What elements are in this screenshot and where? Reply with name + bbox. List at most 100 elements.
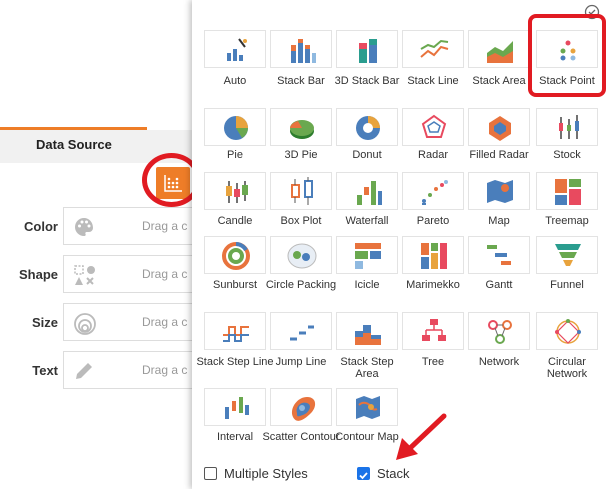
chart-type-marimekko[interactable] (402, 236, 464, 274)
pencil-icon (76, 363, 92, 379)
treemap-icon (555, 179, 581, 205)
color-drop-hint: Drag a c (142, 219, 188, 233)
text-drop-hint: Drag a c (142, 363, 188, 377)
chart-type-circular-network[interactable] (536, 312, 598, 350)
3d-stack-bar-icon (359, 39, 377, 63)
interval-icon (225, 397, 249, 419)
chart-type-network[interactable] (468, 312, 530, 350)
chart-type-label: Funnel (550, 279, 584, 291)
chart-type-gantt[interactable] (468, 236, 530, 274)
jump-line-icon (290, 325, 314, 341)
palette-icon (75, 218, 93, 236)
chart-type-label: Stack Area (472, 75, 526, 87)
radar-icon (421, 114, 447, 138)
text-label: Text (32, 363, 58, 378)
chart-type-label: Circular Network (546, 356, 588, 380)
pie-icon (224, 116, 248, 140)
color-field: Color Drag a c (0, 207, 203, 247)
stack-step-area-icon (355, 325, 381, 345)
sunburst-icon (222, 242, 250, 270)
shape-drop-zone[interactable]: Drag a c (63, 255, 203, 293)
shape-field: Shape Drag a c (0, 255, 203, 295)
network-icon (488, 320, 512, 344)
chart-type-filled-radar[interactable] (468, 108, 530, 146)
chart-type-pareto[interactable] (402, 172, 464, 210)
text-drop-zone[interactable]: Drag a c (63, 351, 203, 389)
chart-type-label: Treemap (545, 215, 589, 227)
stack-bar-icon (291, 39, 316, 63)
size-icon (74, 313, 96, 335)
chart-type-interval[interactable] (204, 388, 266, 426)
chart-type-funnel[interactable] (536, 236, 598, 274)
icicle-icon (355, 243, 381, 269)
size-drop-hint: Drag a c (142, 315, 188, 329)
circle-packing-icon (287, 243, 317, 269)
red-arrow-annotation (396, 413, 447, 460)
multiple-styles-label: Multiple Styles (224, 466, 308, 481)
selected-highlight (528, 14, 606, 97)
donut-icon (356, 116, 380, 140)
chart-type-stack-step-area[interactable] (336, 312, 398, 350)
waterfall-icon (357, 181, 382, 205)
color-drop-zone[interactable]: Drag a c (63, 207, 203, 245)
chart-type-label: Gantt (485, 279, 513, 291)
size-label: Size (31, 315, 58, 330)
chart-type-donut[interactable] (336, 108, 398, 146)
3d-pie-icon (290, 120, 314, 139)
chart-type-stack-bar[interactable] (270, 30, 332, 68)
color-label: Color (24, 219, 58, 234)
chart-type-jump-line[interactable] (270, 312, 332, 350)
stack-area-icon (487, 41, 513, 63)
stock-icon (559, 115, 579, 139)
check-icon (359, 472, 368, 480)
chart-type-auto-chart[interactable] (204, 30, 266, 68)
chart-type-circle-packing[interactable] (270, 236, 332, 274)
shapes-icon (74, 265, 95, 285)
stack-step-line-icon (223, 326, 249, 342)
funnel-icon (555, 244, 581, 266)
chart-type-sunburst[interactable] (204, 236, 266, 274)
chart-type-waterfall[interactable] (336, 172, 398, 210)
candle-icon (226, 181, 248, 203)
box-plot-icon (291, 177, 313, 205)
chart-type-label: Network (478, 356, 520, 368)
chart-type-pie[interactable] (204, 108, 266, 146)
pareto-icon (422, 180, 448, 205)
text-field: Text Drag a c (0, 351, 203, 391)
chart-type-map[interactable] (468, 172, 530, 210)
chart-type-stack-step-line[interactable] (204, 312, 266, 350)
stack-label: Stack (377, 466, 410, 481)
chart-type-box-plot[interactable] (270, 172, 332, 210)
shape-label: Shape (18, 267, 58, 282)
marimekko-icon (421, 243, 447, 269)
gantt-icon (487, 245, 511, 265)
tree-icon (422, 319, 446, 341)
multiple-styles-checkbox[interactable] (204, 467, 217, 480)
chart-type-stack-area[interactable] (468, 30, 530, 68)
chart-type-contour-map[interactable] (336, 388, 398, 426)
size-drop-zone[interactable]: Drag a c (63, 303, 203, 341)
binding-panel: Data Source Color Drag a c Shape Drag a … (0, 0, 203, 489)
chart-type-scatter-contour[interactable] (270, 388, 332, 426)
chart-type-3d-stack-bar[interactable] (336, 30, 398, 68)
chart-type-candle[interactable] (204, 172, 266, 210)
contour-map-icon (356, 396, 380, 419)
stack-checkbox[interactable] (357, 467, 370, 480)
chart-type-label: Stock (553, 149, 581, 161)
chart-type-icicle[interactable] (336, 236, 398, 274)
auto-chart-icon (227, 38, 247, 61)
shape-drop-hint: Drag a c (142, 267, 188, 281)
circular-network-icon (555, 319, 581, 344)
chart-type-treemap[interactable] (536, 172, 598, 210)
chart-type-tree[interactable] (402, 312, 464, 350)
size-field: Size Drag a c (0, 303, 203, 343)
chart-type-stack-line[interactable] (402, 30, 464, 68)
chart-type-label: Map (488, 215, 510, 227)
chart-type-radar[interactable] (402, 108, 464, 146)
filled-radar-icon (489, 116, 511, 141)
map-icon (487, 180, 513, 203)
chart-type-label: Filled Radar (469, 149, 529, 161)
scatter-contour-icon (291, 397, 316, 421)
chart-type-3d-pie[interactable] (270, 108, 332, 146)
chart-type-stock[interactable] (536, 108, 598, 146)
